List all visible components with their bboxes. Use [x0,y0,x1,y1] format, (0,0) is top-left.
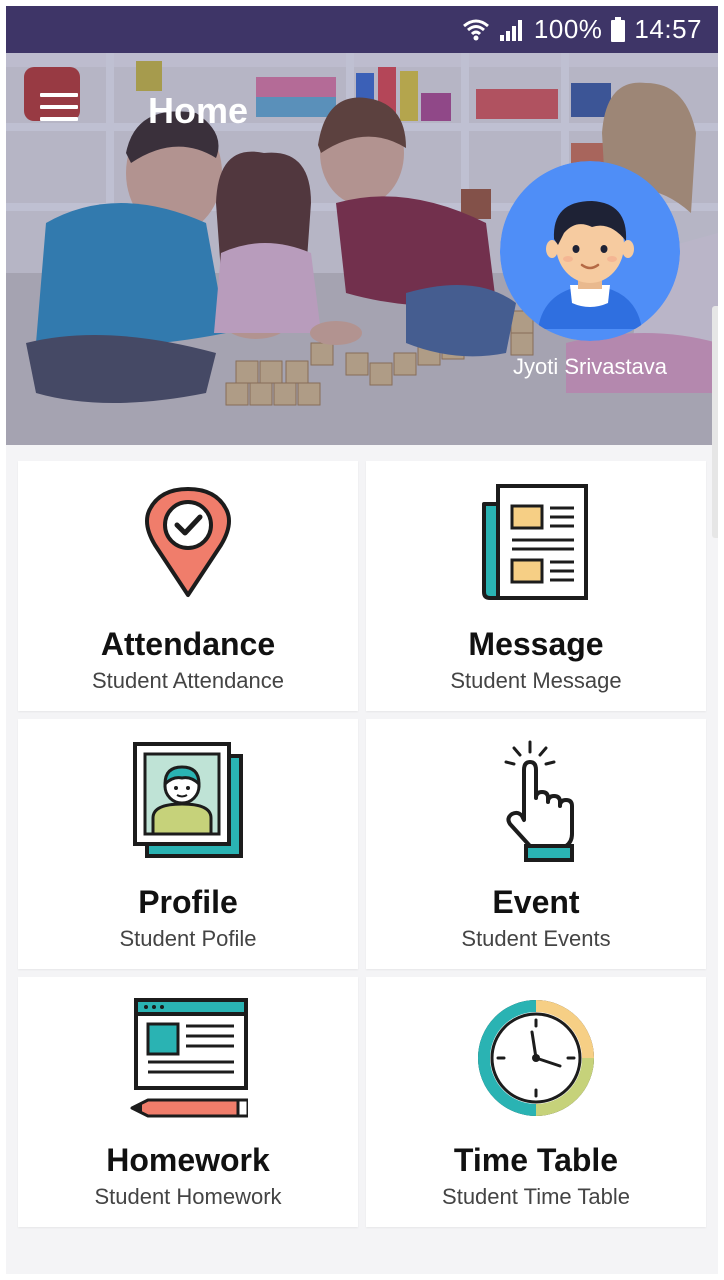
wifi-icon [462,17,490,43]
app-screen: 100% 14:57 Home Jyoti Srivastava Attenda… [6,6,718,1274]
edge-scroll-handle[interactable] [712,306,718,538]
profile-photo-icon [118,737,258,863]
battery-icon [610,16,626,43]
card-subtitle: Student Pofile [119,926,257,951]
event-card[interactable]: Event Student Events [366,719,706,969]
card-subtitle: Student Events [461,926,611,951]
card-subtitle: Student Attendance [91,668,285,693]
attendance-card[interactable]: Attendance Student Attendance [18,461,358,711]
location-pin-check-icon [118,479,258,605]
clock-icon [466,995,606,1121]
timetable-card[interactable]: Time Table Student Time Table [366,977,706,1227]
newspaper-icon [466,479,606,605]
menu-hamburger-button[interactable] [40,93,80,121]
card-title: Profile [138,884,238,920]
card-subtitle: Student Homework [94,1184,282,1209]
card-title: Event [492,884,580,920]
card-subtitle: Student Time Table [442,1184,630,1209]
signal-icon [498,18,526,42]
homework-card[interactable]: Homework Student Homework [18,977,358,1227]
avatar[interactable] [500,161,680,341]
status-bar: 100% 14:57 [6,6,718,53]
battery-percent: 100% [533,14,603,44]
header-banner: Home Jyoti Srivastava [6,53,718,445]
user-avatar-icon [500,161,680,341]
profile-card[interactable]: Profile Student Pofile [18,719,358,969]
message-card[interactable]: Message Student Message [366,461,706,711]
page-title: Home [148,90,249,131]
card-subtitle: Student Message [450,668,622,693]
user-name: Jyoti Srivastava [512,354,668,379]
card-title: Attendance [100,626,276,662]
card-title: Message [468,626,604,662]
tap-hand-icon [466,737,606,863]
card-title: Time Table [453,1142,619,1178]
clock-time: 14:57 [634,14,702,44]
menu-grid: Attendance Student Attendance Message St… [18,461,706,1227]
card-title: Homework [106,1142,270,1178]
document-pencil-icon [118,995,258,1121]
